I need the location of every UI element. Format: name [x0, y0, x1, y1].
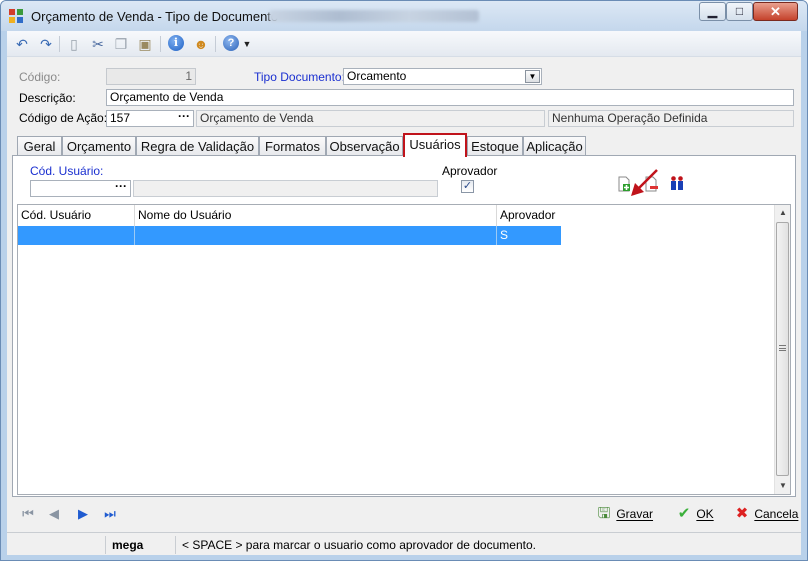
ok-label: OK [696, 507, 714, 521]
scroll-down-icon[interactable]: ▼ [775, 478, 791, 494]
tipo-documento-select[interactable]: Orcamento ▼ [343, 68, 542, 85]
codigo-acao-input[interactable]: 157 ··· [106, 110, 194, 127]
cod-usuario-input[interactable]: ··· [30, 180, 131, 197]
aprovador-label: Aprovador [442, 164, 498, 178]
status-bar: mega < SPACE > para marcar o usuario com… [7, 532, 801, 555]
vertical-scrollbar[interactable]: ▲ ▼ [774, 205, 790, 494]
descricao-input[interactable]: Orçamento de Venda [106, 89, 794, 106]
minimize-button[interactable]: ▁ [699, 2, 726, 21]
users-icon[interactable] [669, 175, 685, 191]
tipo-documento-value: Orcamento [347, 69, 407, 83]
cell-nome-usuario [135, 226, 497, 245]
new-document-icon[interactable]: ▯ [65, 35, 83, 53]
ok-button[interactable]: ✔ OK [675, 504, 714, 524]
cancela-label: Cancela [754, 507, 799, 521]
first-record-icon[interactable]: ⏮ [20, 506, 36, 522]
column-header-aprovador[interactable]: Aprovador [497, 205, 561, 226]
toolbar-separator [59, 36, 60, 52]
undo-icon[interactable]: ↶ [13, 35, 31, 53]
cell-cod-usuario [18, 226, 135, 245]
tipo-documento-label: Tipo Documento: [254, 70, 345, 84]
paste-icon[interactable]: ▣ [136, 35, 154, 53]
check-icon: ✔ [677, 505, 691, 522]
column-header-nome-usuario[interactable]: Nome do Usuário [135, 205, 497, 226]
tab-aplicacao[interactable]: Aplicação [523, 136, 586, 156]
tab-geral[interactable]: Geral [17, 136, 62, 156]
info-icon[interactable]: i [168, 35, 184, 51]
table-row[interactable]: S [18, 226, 561, 245]
cell-aprovador: S [500, 228, 509, 242]
previous-record-icon[interactable]: ◀ [46, 506, 62, 522]
redo-icon[interactable]: ↷ [37, 35, 55, 53]
next-record-icon[interactable]: ▶ [75, 506, 91, 522]
grip-icon [779, 345, 786, 351]
column-header-cod-usuario[interactable]: Cód. Usuário [18, 205, 135, 226]
save-icon: 🖫 [597, 505, 611, 522]
maximize-button[interactable]: □ [726, 2, 753, 21]
minimize-icon: ▁ [707, 4, 718, 18]
descricao-label: Descrição: [19, 91, 76, 105]
maximize-icon: □ [735, 4, 744, 18]
usuarios-tab-panel: Cód. Usuário: ··· Aprovador ✓ Cód. Usuár… [12, 155, 796, 497]
status-user: mega [105, 536, 175, 554]
app-icon [9, 9, 23, 23]
help-icon[interactable]: ? [223, 35, 239, 51]
status-message: < SPACE > para marcar o usuario como apr… [175, 536, 801, 554]
toolbar-separator [160, 36, 161, 52]
toolbar: ↶ ↷ ▯ ✂ ❐ ▣ i ☻ ? ▼ [7, 31, 801, 57]
gravar-button[interactable]: 🖫 Gravar [595, 504, 653, 524]
operacao-field: Nenhuma Operação Definida [548, 110, 794, 127]
cod-usuario-label: Cód. Usuário: [30, 164, 104, 178]
lookup-button[interactable]: ··· [113, 181, 129, 196]
window-client-area: ↶ ↷ ▯ ✂ ❐ ▣ i ☻ ? ▼ Código: 1 Tipo Docum… [7, 31, 801, 555]
tab-usuarios[interactable]: Usuários [403, 133, 467, 157]
cut-icon[interactable]: ✂ [89, 35, 107, 53]
cancela-button[interactable]: ✖ Cancela [733, 504, 799, 524]
codigo-acao-label: Código de Ação: [19, 111, 108, 125]
usuarios-grid[interactable]: Cód. Usuário Nome do Usuário Aprovador S… [17, 204, 791, 495]
blurred-title-detail [269, 10, 479, 22]
window-title: Orçamento de Venda - Tipo de Documento [31, 9, 279, 24]
tab-orcamento[interactable]: Orçamento [62, 136, 136, 156]
annotation-arrow-icon [631, 169, 658, 196]
tab-observacao[interactable]: Observação [326, 136, 403, 156]
last-record-icon[interactable]: ⏭ [102, 506, 118, 522]
codigo-acao-value: 157 [110, 111, 131, 125]
title-bar[interactable]: Orçamento de Venda - Tipo de Documento ▁… [1, 1, 807, 31]
cancel-icon: ✖ [735, 505, 749, 522]
user-icon[interactable]: ☻ [192, 35, 210, 53]
scroll-thumb[interactable] [776, 222, 789, 476]
codigo-label: Código: [19, 70, 61, 84]
copy-icon[interactable]: ❐ [112, 35, 130, 53]
chevron-down-icon[interactable]: ▼ [525, 70, 540, 83]
close-button[interactable]: ✕ [753, 2, 798, 21]
status-empty-cell [7, 536, 105, 554]
lookup-button[interactable]: ··· [176, 111, 192, 126]
tab-estoque[interactable]: Estoque [467, 136, 523, 156]
tab-regra-de-validacao[interactable]: Regra de Validação [136, 136, 259, 156]
acao-nome-field: Orçamento de Venda [196, 110, 545, 127]
tab-formatos[interactable]: Formatos [259, 136, 326, 156]
toolbar-separator [215, 36, 216, 52]
dropdown-arrow-icon[interactable]: ▼ [241, 35, 253, 53]
nome-usuario-field [133, 180, 438, 197]
gravar-label: Gravar [616, 507, 654, 521]
close-icon: ✕ [770, 4, 781, 19]
aprovador-checkbox[interactable]: ✓ [461, 180, 474, 193]
scroll-up-icon[interactable]: ▲ [775, 205, 791, 221]
codigo-field: 1 [106, 68, 196, 85]
application-window: Orçamento de Venda - Tipo de Documento ▁… [0, 0, 808, 561]
